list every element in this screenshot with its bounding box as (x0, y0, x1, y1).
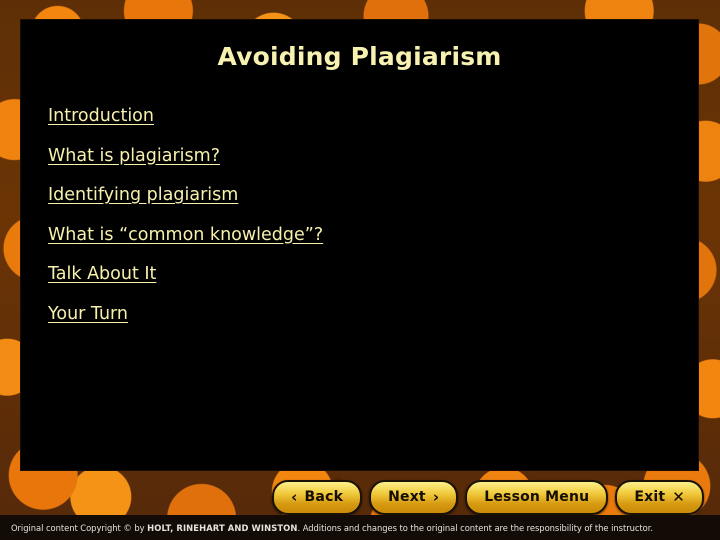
back-button-label: Back (304, 489, 344, 505)
footer-bar: Original content Copyright © by HOLT, RI… (0, 515, 720, 540)
copyright-suffix: . Additions and changes to the original … (297, 522, 654, 533)
presentation-slide: Avoiding Plagiarism Introduction What is… (0, 0, 720, 540)
lesson-menu-button-label: Lesson Menu (484, 489, 590, 505)
link-introduction[interactable]: Introduction (48, 107, 154, 126)
chevron-left-icon: ‹ (291, 487, 298, 506)
link-your-turn[interactable]: Your Turn (48, 305, 128, 324)
close-icon: ✕ (672, 487, 685, 506)
chevron-right-icon: › (432, 487, 440, 506)
copyright-notice: Original content Copyright © by HOLT, RI… (0, 523, 653, 533)
topic-link-list: Introduction What is plagiarism? Identif… (48, 107, 668, 345)
navigation-bar: ‹ Back Next › Lesson Menu Exit ✕ (0, 477, 720, 517)
link-what-is-common-knowledge[interactable]: What is “common knowledge”? (48, 226, 323, 245)
link-talk-about-it[interactable]: Talk About It (48, 265, 156, 284)
exit-button[interactable]: Exit ✕ (615, 479, 704, 515)
back-button[interactable]: ‹ Back (272, 479, 363, 515)
lesson-menu-button[interactable]: Lesson Menu (465, 479, 609, 515)
link-what-is-plagiarism[interactable]: What is plagiarism? (48, 147, 220, 166)
next-button-label: Next (388, 489, 426, 505)
next-button[interactable]: Next › (369, 479, 459, 515)
page-title: Avoiding Plagiarism (217, 42, 502, 71)
exit-button-label: Exit (634, 489, 666, 505)
copyright-prefix: Original content Copyright © by (11, 522, 148, 533)
publisher-name: HOLT, RINEHART AND WINSTON (147, 522, 298, 533)
link-identifying-plagiarism[interactable]: Identifying plagiarism (48, 186, 238, 205)
slide-content-panel: Avoiding Plagiarism Introduction What is… (21, 20, 698, 470)
